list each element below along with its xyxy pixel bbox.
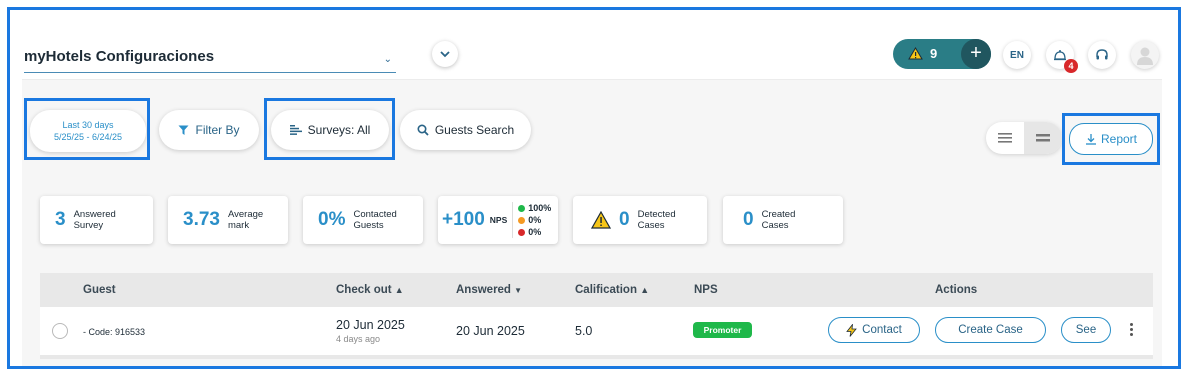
user-avatar[interactable] bbox=[1131, 41, 1159, 69]
bell-icon bbox=[1054, 49, 1066, 60]
kpi-nps-label: NPS bbox=[489, 214, 508, 225]
kpi-average-label: Average mark bbox=[227, 209, 264, 231]
user-icon bbox=[1137, 47, 1153, 65]
table-header: Guest Check out ▲︎ Answered ▼ Calificati… bbox=[40, 273, 1153, 307]
view-toggle bbox=[986, 122, 1062, 154]
guests-search-button[interactable]: Guests Search bbox=[400, 110, 531, 150]
kpi-created-label: Created Cases bbox=[761, 209, 796, 231]
detractors-percent: 0% bbox=[528, 227, 542, 237]
kpi-contacted: 0% Contacted Guests bbox=[303, 196, 423, 244]
alerts-pill[interactable]: 9 + bbox=[893, 39, 991, 69]
kpi-nps-value: +100 bbox=[442, 209, 485, 230]
contact-button[interactable]: Contact bbox=[828, 317, 920, 343]
kpi-detected: 0 Detected Cases bbox=[573, 196, 707, 244]
kpi-answered-label: Answered Survey bbox=[73, 209, 116, 231]
create-case-button[interactable]: Create Case bbox=[935, 317, 1046, 343]
kpi-answered-value: 3 bbox=[55, 209, 66, 230]
lightning-icon bbox=[846, 323, 858, 337]
sort-icon: ▲︎ bbox=[394, 285, 404, 295]
hotel-title: myHotels Configuraciones bbox=[24, 48, 215, 65]
kpi-created-value: 0 bbox=[743, 209, 754, 230]
warning-icon bbox=[591, 211, 611, 229]
kpi-detected-label: Detected Cases bbox=[637, 209, 676, 231]
kpi-nps: +100 NPS 100% 0% 0% bbox=[438, 196, 558, 244]
nps-breakdown: 100% 0% 0% bbox=[512, 202, 551, 238]
notification-badge: 4 bbox=[1064, 59, 1078, 73]
headset-icon bbox=[1096, 49, 1108, 60]
search-icon bbox=[417, 124, 429, 136]
promoters-percent: 100% bbox=[528, 203, 552, 213]
create-case-label: Create Case bbox=[958, 324, 1023, 336]
th-answered[interactable]: Answered ▼ bbox=[456, 284, 522, 296]
see-label: See bbox=[1075, 324, 1097, 336]
kpi-answered: 3 Answered Survey bbox=[40, 196, 153, 244]
notifications-button[interactable]: 4 bbox=[1046, 41, 1078, 73]
calification-value: 5.0 bbox=[575, 324, 593, 338]
th-calification[interactable]: Calification ▲︎ bbox=[575, 284, 649, 296]
contact-label: Contact bbox=[862, 324, 902, 336]
guest-code: - Code: 916533 bbox=[83, 327, 146, 337]
sort-icon: ▲︎ bbox=[640, 285, 650, 295]
hotel-select[interactable]: myHotels Configuraciones ⌄ bbox=[24, 46, 396, 73]
checkout-date: 20 Jun 2025 bbox=[336, 318, 405, 332]
table-row: - Code: 916533 20 Jun 2025 4 days ago 20… bbox=[40, 307, 1153, 355]
main-panel: myHotels Configuraciones ⌄ 9 + EN 4 Last… bbox=[22, 10, 1162, 366]
th-actions: Actions bbox=[935, 284, 978, 296]
row-divider bbox=[40, 355, 1153, 359]
compact-view-option[interactable] bbox=[1024, 122, 1062, 154]
filter-by-label: Filter By bbox=[195, 123, 240, 137]
list-view-option[interactable] bbox=[986, 122, 1024, 154]
checkout-ago: 4 days ago bbox=[336, 334, 381, 344]
highlight-box bbox=[264, 98, 395, 160]
language-label: EN bbox=[1010, 49, 1024, 61]
chevron-down-icon: ⌄ bbox=[383, 54, 392, 65]
filter-icon bbox=[178, 125, 189, 135]
alert-count: 9 bbox=[930, 46, 938, 61]
highlight-box bbox=[24, 98, 150, 160]
support-button[interactable] bbox=[1088, 41, 1116, 69]
th-nps: NPS bbox=[694, 284, 718, 296]
th-checkout[interactable]: Check out ▲︎ bbox=[336, 284, 404, 296]
dashboard-area: Last 30 days 5/25/25 - 6/24/25 Filter By… bbox=[22, 80, 1162, 366]
kpi-detected-value: 0 bbox=[619, 209, 630, 230]
th-guest: Guest bbox=[83, 284, 116, 296]
filter-by-button[interactable]: Filter By bbox=[159, 110, 259, 150]
list-view-icon bbox=[998, 133, 1012, 143]
nps-badge: Promoter bbox=[693, 322, 752, 338]
chevron-down-icon bbox=[440, 50, 450, 57]
more-options-icon[interactable] bbox=[1130, 323, 1134, 338]
kpi-average-value: 3.73 bbox=[183, 209, 220, 230]
passives-percent: 0% bbox=[528, 215, 542, 225]
screenshot-frame: myHotels Configuraciones ⌄ 9 + EN 4 Last… bbox=[7, 7, 1181, 369]
language-button[interactable]: EN bbox=[1003, 41, 1031, 69]
add-alert-button[interactable]: + bbox=[961, 39, 991, 69]
warning-icon bbox=[908, 47, 923, 60]
kpi-average: 3.73 Average mark bbox=[168, 196, 288, 244]
compact-view-icon bbox=[1036, 134, 1050, 142]
passives-dot bbox=[518, 217, 526, 224]
expand-row-button[interactable] bbox=[52, 323, 68, 339]
answered-date: 20 Jun 2025 bbox=[456, 324, 525, 338]
see-button[interactable]: See bbox=[1061, 317, 1111, 343]
detractors-dot bbox=[518, 229, 526, 236]
highlight-box bbox=[1062, 113, 1160, 165]
kpi-contacted-label: Contacted Guests bbox=[353, 209, 397, 231]
collapse-button[interactable] bbox=[432, 41, 458, 67]
kpi-created: 0 Created Cases bbox=[723, 196, 843, 244]
kpi-contacted-value: 0% bbox=[318, 209, 346, 230]
guests-search-label: Guests Search bbox=[434, 123, 515, 137]
promoters-dot bbox=[518, 205, 526, 212]
sort-desc-icon: ▼ bbox=[514, 286, 523, 295]
